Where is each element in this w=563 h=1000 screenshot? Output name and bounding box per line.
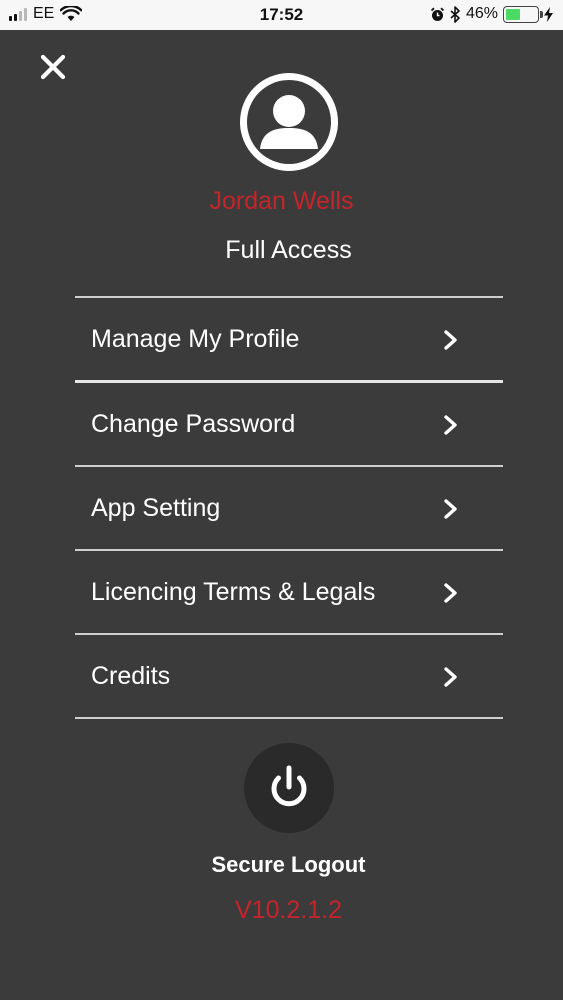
status-right: 46% xyxy=(430,5,553,23)
menu-item-label: App Setting xyxy=(91,494,221,522)
logout-label[interactable]: Secure Logout xyxy=(0,852,563,878)
chevron-right-icon xyxy=(444,499,457,519)
bluetooth-icon xyxy=(450,5,460,23)
menu-item-label: Manage My Profile xyxy=(91,325,300,353)
menu-divider xyxy=(75,717,503,719)
chevron-right-icon xyxy=(444,667,457,687)
menu-item-change-password[interactable]: Change Password xyxy=(75,383,503,465)
chevron-right-icon xyxy=(444,415,457,435)
access-level: Full Access xyxy=(225,236,352,264)
menu-item-label: Change Password xyxy=(91,410,296,438)
chevron-right-icon xyxy=(444,330,457,350)
logout-button[interactable] xyxy=(244,743,334,833)
alarm-icon xyxy=(430,7,445,21)
app-version: V10.2.1.2 xyxy=(234,896,343,924)
battery-level-fill xyxy=(506,8,520,20)
menu-item-label: Licencing Terms & Legals xyxy=(91,578,376,606)
menu-list: Manage My Profile Change Password App Se… xyxy=(75,296,503,719)
user-avatar-icon xyxy=(247,80,331,164)
power-icon xyxy=(271,765,307,807)
status-bar: EE 17:52 46% xyxy=(0,0,563,30)
menu-item-app-setting[interactable]: App Setting xyxy=(75,467,503,549)
avatar xyxy=(240,73,338,171)
battery-percent: 46% xyxy=(465,5,498,22)
charging-icon xyxy=(544,6,553,22)
menu-item-manage-profile[interactable]: Manage My Profile xyxy=(75,298,503,380)
chevron-right-icon xyxy=(444,583,457,603)
close-icon xyxy=(40,54,66,80)
menu-item-label: Credits xyxy=(91,662,171,690)
close-button[interactable] xyxy=(38,52,68,82)
menu-item-credits[interactable]: Credits xyxy=(75,635,503,717)
battery-icon xyxy=(503,5,543,23)
user-name: Jordan Wells xyxy=(209,187,354,215)
menu-item-licencing-terms[interactable]: Licencing Terms & Legals xyxy=(75,551,503,633)
